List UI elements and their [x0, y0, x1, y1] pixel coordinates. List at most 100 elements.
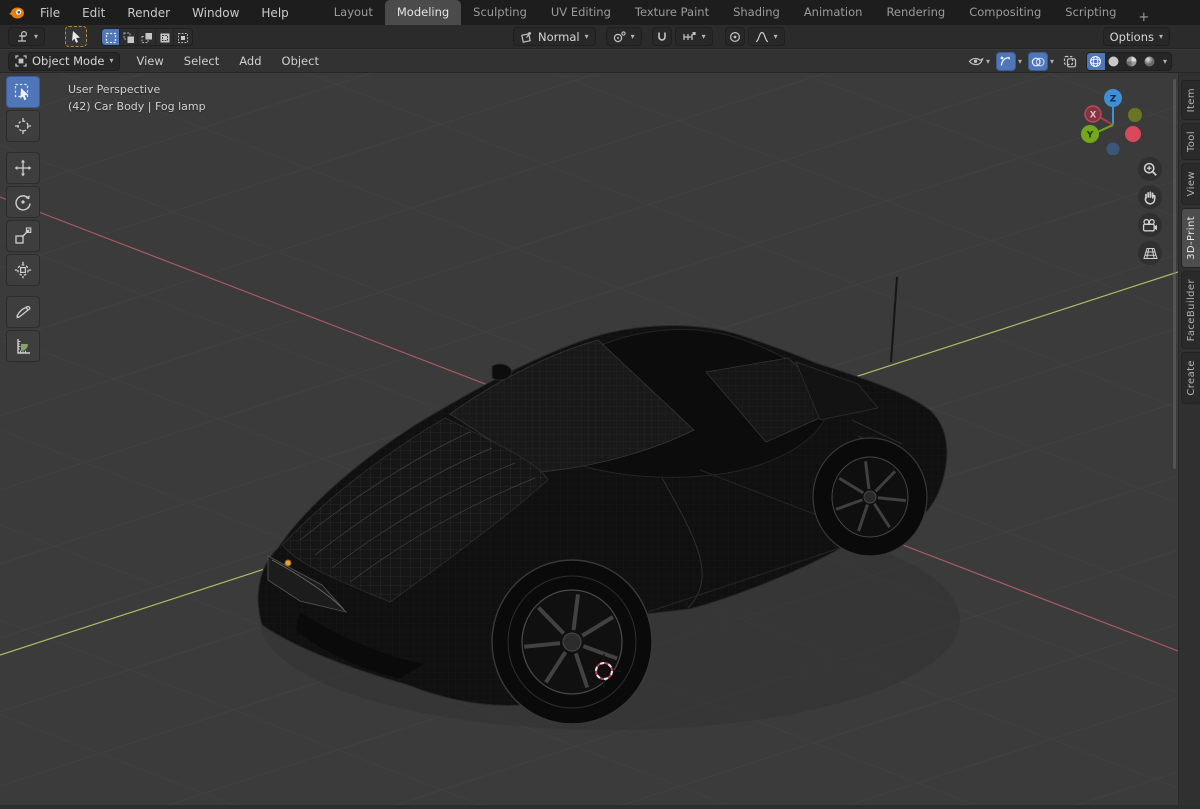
- wireframe-sphere-icon: [1090, 55, 1102, 68]
- show-object-types-button[interactable]: [968, 55, 984, 68]
- mode-dropdown[interactable]: Object Mode ▾: [8, 51, 121, 71]
- tool-scale[interactable]: [6, 220, 40, 252]
- viewport-scrollbar[interactable]: [1173, 79, 1176, 469]
- options-dropdown[interactable]: Options ▾: [1102, 27, 1170, 46]
- pivot-point-dropdown[interactable]: ▾: [605, 27, 642, 46]
- menu-edit[interactable]: Edit: [71, 0, 116, 25]
- shading-wireframe-button[interactable]: [1086, 53, 1105, 70]
- menu-view[interactable]: View: [126, 54, 173, 68]
- sidebar-tab-create[interactable]: Create: [1181, 352, 1200, 404]
- gizmo-neg-x-axis[interactable]: [1125, 126, 1141, 142]
- editor-type-selector[interactable]: ▾: [8, 27, 46, 46]
- move-icon: [14, 159, 32, 177]
- workspace-tabs: Layout Modeling Sculpting UV Editing Tex…: [322, 0, 1160, 25]
- snap-toggle-button[interactable]: [651, 27, 672, 46]
- tab-sculpting[interactable]: Sculpting: [461, 0, 539, 25]
- tool-settings-bar: ▾ Normal ▾ ▾ ▾ ▾ Options ▾: [0, 25, 1200, 49]
- pan-view-button[interactable]: [1138, 185, 1162, 209]
- tab-texture-paint[interactable]: Texture Paint: [623, 0, 721, 25]
- shading-rendered-button[interactable]: [1141, 53, 1159, 70]
- tab-compositing[interactable]: Compositing: [957, 0, 1053, 25]
- annotate-pen-icon: [16, 305, 31, 319]
- select-mode-set[interactable]: [102, 28, 121, 45]
- object-origin-dot: [284, 559, 292, 567]
- tool-rotate[interactable]: [6, 186, 40, 218]
- magnet-icon: [657, 32, 666, 41]
- active-tool-button[interactable]: [65, 26, 88, 47]
- shading-material-button[interactable]: [1123, 53, 1141, 70]
- zoom-view-button[interactable]: [1138, 157, 1162, 181]
- tab-uv-editing[interactable]: UV Editing: [539, 0, 623, 25]
- select-mode-subtract[interactable]: [138, 28, 157, 45]
- menu-select[interactable]: Select: [174, 54, 229, 68]
- blender-logo-icon[interactable]: [8, 5, 25, 20]
- falloff-curve-icon: [755, 31, 768, 42]
- menu-add[interactable]: Add: [229, 54, 271, 68]
- tool-select-box[interactable]: [6, 76, 40, 108]
- tab-scripting[interactable]: Scripting: [1053, 0, 1128, 25]
- chevron-down-icon: ▾: [701, 31, 706, 41]
- transform-orientation-dropdown[interactable]: Normal ▾: [513, 27, 596, 46]
- chevron-down-icon: ▾: [985, 56, 990, 66]
- chevron-down-icon: ▾: [630, 31, 635, 41]
- menu-render[interactable]: Render: [116, 0, 181, 25]
- xray-toggle-button[interactable]: [1060, 52, 1080, 71]
- menu-object[interactable]: Object: [272, 54, 329, 68]
- sidebar-tab-facebuilder[interactable]: FaceBuilder: [1181, 270, 1200, 350]
- menu-help[interactable]: Help: [250, 0, 299, 25]
- toggle-orthographic-button[interactable]: [1138, 241, 1162, 265]
- menu-file[interactable]: File: [29, 0, 71, 25]
- gizmos-toggle-button[interactable]: [995, 52, 1016, 71]
- 3d-cursor-icon: [15, 118, 31, 134]
- measure-icon: [17, 339, 30, 354]
- proportional-editing-button[interactable]: [724, 27, 745, 46]
- y-axis-line: [0, 271, 1178, 656]
- chevron-down-icon: ▾: [1017, 56, 1022, 66]
- transform-icon: [14, 261, 32, 279]
- x-axis-line: [0, 196, 1178, 652]
- select-mode-invert[interactable]: [156, 28, 175, 45]
- navigation-gizmo[interactable]: Z X Y: [1074, 79, 1150, 155]
- add-workspace-button[interactable]: +: [1128, 10, 1159, 25]
- menu-window[interactable]: Window: [181, 0, 250, 25]
- front-wheel: [491, 559, 653, 725]
- visibility-eye-icon: [968, 57, 984, 66]
- perspective-grid-icon: [1142, 247, 1158, 259]
- gizmo-neg-y-axis[interactable]: [1128, 108, 1142, 122]
- viewport-header: Object Mode ▾ View Select Add Object ▾ ▾…: [0, 50, 1200, 73]
- chevron-down-icon: ▾: [584, 31, 589, 41]
- tool-transform[interactable]: [6, 254, 40, 286]
- shading-mode-group: ▾: [1085, 52, 1172, 71]
- shading-solid-button[interactable]: [1105, 53, 1123, 70]
- falloff-dropdown[interactable]: ▾: [747, 27, 785, 46]
- tab-rendering[interactable]: Rendering: [874, 0, 957, 25]
- left-toolbar: [6, 76, 44, 364]
- tab-shading[interactable]: Shading: [721, 0, 792, 25]
- gizmo-neg-z-axis[interactable]: [1106, 142, 1120, 156]
- options-label: Options: [1109, 29, 1154, 44]
- tool-cursor[interactable]: [6, 110, 40, 142]
- 3d-viewport[interactable]: User Perspective (42) Car Body | Fog lam…: [0, 73, 1178, 809]
- sidebar-tab-view[interactable]: View: [1181, 163, 1200, 205]
- snap-target-dropdown[interactable]: ▾: [674, 27, 713, 46]
- select-mode-extend[interactable]: [120, 28, 139, 45]
- xray-icon: [1063, 55, 1077, 68]
- select-mode-intersect[interactable]: [174, 28, 193, 45]
- solid-sphere-icon: [1108, 56, 1119, 67]
- tab-layout[interactable]: Layout: [322, 0, 385, 25]
- camera-view-button[interactable]: [1138, 213, 1162, 237]
- tool-annotate[interactable]: [6, 296, 40, 328]
- tab-animation[interactable]: Animation: [792, 0, 875, 25]
- magnifier-plus-icon: [1143, 162, 1157, 176]
- sidebar-tab-tool[interactable]: Tool: [1181, 123, 1200, 161]
- sidebar-tab-item[interactable]: Item: [1181, 80, 1200, 121]
- tab-modeling[interactable]: Modeling: [384, 0, 462, 25]
- orientation-label: Normal: [538, 29, 580, 44]
- tool-move[interactable]: [6, 152, 40, 184]
- tool-measure[interactable]: [6, 330, 40, 362]
- ground-grid: [0, 73, 1178, 809]
- sidebar-tab-3d-print[interactable]: 3D-Print: [1181, 207, 1200, 268]
- overlays-toggle-button[interactable]: [1027, 52, 1048, 71]
- camera-icon: [1142, 218, 1157, 231]
- window-bottom-edge: [0, 805, 1200, 809]
